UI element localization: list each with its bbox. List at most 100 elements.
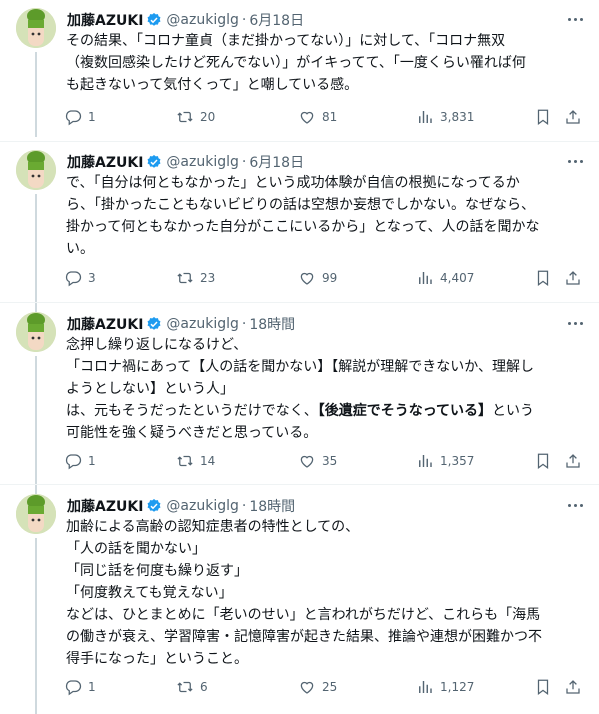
separator-dot: · (241, 316, 247, 332)
view-count: 4,407 (440, 271, 475, 285)
tweet-time[interactable]: 18時間 (249, 496, 295, 516)
verified-badge-icon (147, 13, 161, 26)
like-button[interactable]: 25 (298, 676, 337, 698)
tweet-header: 加藤AZUKI @azukiglg · 18時間 (67, 314, 295, 334)
more-options-icon[interactable] (565, 12, 585, 26)
views-button[interactable]: 1,127 (416, 676, 474, 698)
verified-badge-icon (147, 155, 161, 168)
tweet-3[interactable]: 加藤AZUKI @azukiglg · 18時間 念押し繰り返しになるけど、 「… (0, 312, 599, 496)
views-button[interactable]: 4,407 (416, 267, 474, 289)
reply-button[interactable]: 3 (64, 267, 96, 289)
retweet-count: 6 (200, 680, 208, 694)
reply-button[interactable]: 1 (64, 450, 96, 472)
heart-icon (300, 111, 314, 124)
more-options-icon[interactable] (565, 316, 585, 330)
separator-dot: · (241, 498, 247, 514)
action-bar: 1 14 35 1,357 (64, 450, 589, 472)
reply-icon (65, 680, 82, 696)
share-icon (566, 271, 580, 285)
thread-line (35, 538, 37, 714)
author-handle[interactable]: @azukiglg (166, 498, 238, 514)
author-name[interactable]: 加藤AZUKI (67, 10, 143, 30)
divider (0, 302, 599, 303)
bookmark-button[interactable] (534, 450, 552, 472)
tweet-line: い。 (66, 241, 94, 257)
tweet-text: その結果、「コロナ童貞（まだ掛かってない）」に対して、「コロナ無双 （複数回感染… (66, 30, 591, 96)
retweet-icon (177, 455, 193, 467)
reply-icon (65, 454, 82, 470)
avatar[interactable] (16, 150, 56, 190)
tweet-text: で、「自分は何ともなかった」という成功体験が自信の根拠になってるか ら、「掛かっ… (66, 172, 591, 260)
tweet-time[interactable]: 18時間 (249, 314, 295, 334)
view-count: 1,357 (440, 454, 475, 468)
reply-icon (65, 271, 82, 287)
tweet-line: 加齢による高齢の認知症患者の特性としての、 (66, 519, 360, 535)
tweet-line: 「何度教えても覚えない」 (66, 585, 233, 601)
avatar[interactable] (16, 8, 56, 48)
tweet-line-text: は、元もそうだったというだけでなく、 (66, 403, 318, 419)
author-name[interactable]: 加藤AZUKI (67, 496, 143, 516)
thread-line (35, 356, 37, 496)
divider (0, 484, 599, 485)
retweet-button[interactable]: 6 (176, 676, 208, 698)
share-button[interactable] (564, 676, 582, 698)
tweet-line: 「同じ話を何度も繰り返す」 (66, 563, 248, 579)
heart-icon (300, 272, 314, 285)
more-options-icon[interactable] (565, 154, 585, 168)
views-chart-icon (419, 455, 432, 467)
bookmark-button[interactable] (534, 106, 552, 128)
tweet-time[interactable]: 6月18日 (249, 152, 304, 172)
avatar[interactable] (16, 494, 56, 534)
verified-badge-icon (147, 499, 161, 512)
tweet-4[interactable]: 加藤AZUKI @azukiglg · 18時間 加齢による高齢の認知症患者の特… (0, 494, 599, 714)
share-icon (566, 680, 580, 694)
reply-icon (65, 110, 82, 126)
like-button[interactable]: 35 (298, 450, 337, 472)
retweet-button[interactable]: 20 (176, 106, 215, 128)
author-name[interactable]: 加藤AZUKI (67, 152, 143, 172)
author-handle[interactable]: @azukiglg (166, 12, 238, 28)
separator-dot: · (241, 154, 247, 170)
divider (0, 141, 599, 142)
views-button[interactable]: 1,357 (416, 450, 474, 472)
more-options-icon[interactable] (565, 498, 585, 512)
tweet-1[interactable]: 加藤AZUKI @azukiglg · 6月18日 その結果、「コロナ童貞（まだ… (0, 8, 599, 137)
share-button[interactable] (564, 267, 582, 289)
like-count: 35 (322, 454, 338, 468)
author-name[interactable]: 加藤AZUKI (67, 314, 143, 334)
reply-button[interactable]: 1 (64, 676, 96, 698)
tweet-header: 加藤AZUKI @azukiglg · 18時間 (67, 496, 295, 516)
retweet-button[interactable]: 23 (176, 267, 215, 289)
retweet-icon (177, 111, 193, 123)
tweet-line: などは、ひとまとめに「老いのせい」と言われがちだけど、これらも「海馬 (66, 607, 541, 623)
author-handle[interactable]: @azukiglg (166, 316, 238, 332)
retweet-count: 20 (200, 110, 216, 124)
tweet-header: 加藤AZUKI @azukiglg · 6月18日 (67, 152, 304, 172)
tweet-line-text: という (492, 403, 535, 419)
like-count: 81 (322, 110, 338, 124)
like-button[interactable]: 99 (298, 267, 337, 289)
action-bar: 1 6 25 1,127 (64, 676, 589, 698)
avatar[interactable] (16, 312, 56, 352)
heart-icon (300, 681, 314, 694)
tweet-line: の働きが衰え、学習障害・記憶障害が起きた結果、推論や連想が困難かつ不 (66, 629, 542, 645)
share-button[interactable] (564, 450, 582, 472)
tweet-line: 念押し繰り返しになるけど、 (66, 337, 248, 353)
reply-button[interactable]: 1 (64, 106, 96, 128)
bookmark-icon (537, 109, 549, 126)
action-bar: 1 20 81 3,831 (64, 106, 589, 128)
views-button[interactable]: 3,831 (416, 106, 474, 128)
author-handle[interactable]: @azukiglg (166, 154, 238, 170)
tweet-line: ようとしない】という人」 (66, 381, 234, 397)
tweet-time[interactable]: 6月18日 (249, 10, 304, 30)
tweet-2[interactable]: 加藤AZUKI @azukiglg · 6月18日 で、「自分は何ともなかった」… (0, 150, 599, 314)
like-count: 99 (322, 271, 338, 285)
tweet-header: 加藤AZUKI @azukiglg · 6月18日 (67, 10, 304, 30)
bookmark-button[interactable] (534, 676, 552, 698)
share-button[interactable] (564, 106, 582, 128)
retweet-button[interactable]: 14 (176, 450, 215, 472)
bookmark-button[interactable] (534, 267, 552, 289)
like-button[interactable]: 81 (298, 106, 337, 128)
tweet-line: 掛かって何ともなかった自分がここにいるから」となって、人の話を聞かな (66, 219, 540, 235)
thread-line (35, 194, 37, 314)
